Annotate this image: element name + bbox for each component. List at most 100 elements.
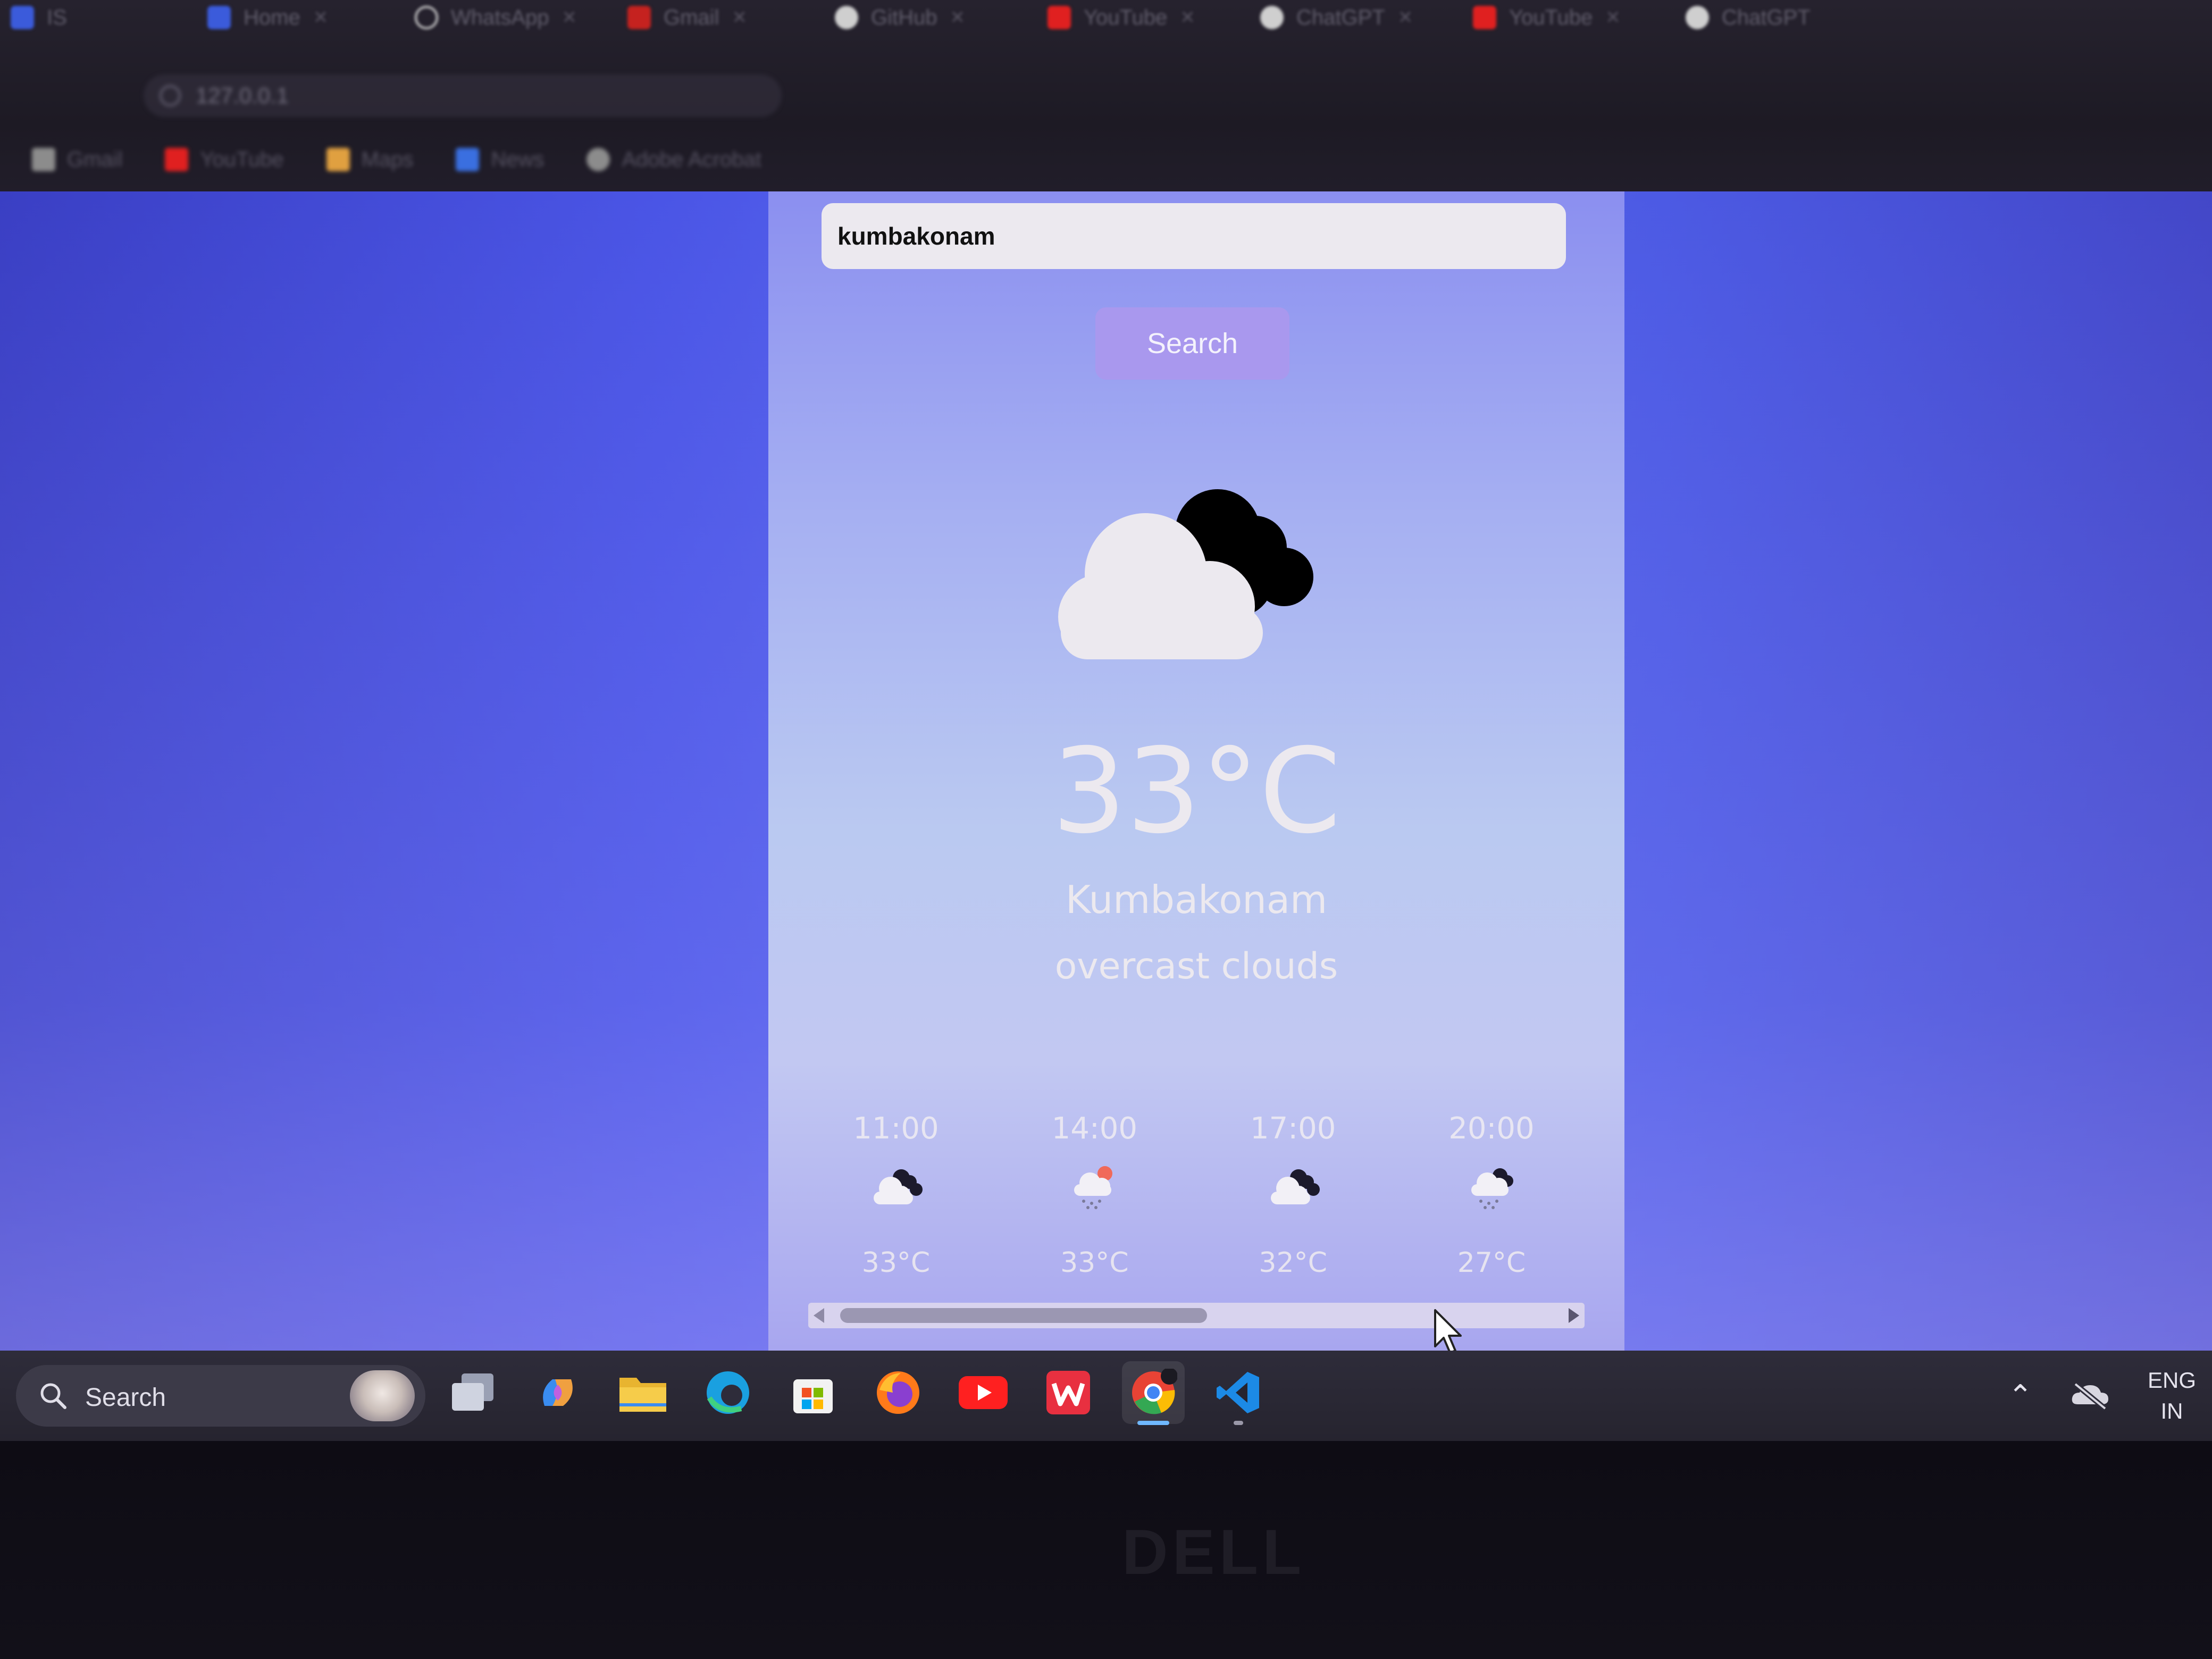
- forecast-temp: 33°C: [861, 1247, 931, 1279]
- overcast-clouds-icon: [874, 1169, 923, 1204]
- forecast-time: 20:00: [1448, 1111, 1535, 1146]
- youtube-glyph: [959, 1376, 1008, 1409]
- close-icon[interactable]: ✕: [732, 7, 747, 28]
- forecast-temp: 27°C: [1457, 1247, 1526, 1279]
- scroll-right-arrow-icon[interactable]: [1569, 1308, 1579, 1323]
- bookmark-item[interactable]: Gmail: [32, 148, 122, 172]
- youtube-icon[interactable]: [952, 1361, 1015, 1424]
- tab-label: Gmail: [664, 5, 719, 29]
- scrollbar-thumb[interactable]: [840, 1308, 1207, 1323]
- browser-tab[interactable]: GitHub ✕: [835, 0, 965, 35]
- forecast-temp: 32°C: [1259, 1247, 1327, 1279]
- forecast-item: 17:00 32°C: [1213, 1111, 1373, 1279]
- system-tray: ⌃ ENG IN: [2008, 1361, 2196, 1430]
- bookmark-item[interactable]: News: [456, 148, 544, 172]
- bookmark-item[interactable]: Maps: [326, 147, 414, 172]
- tab-label: GitHub: [871, 5, 937, 29]
- search-button[interactable]: Search: [1095, 307, 1289, 380]
- language-indicator[interactable]: ENG IN: [2148, 1365, 2196, 1427]
- running-app-indicator: [1234, 1421, 1243, 1425]
- copilot-glyph: [543, 1379, 573, 1406]
- chevron-up-icon[interactable]: ⌃: [2008, 1378, 2033, 1413]
- browser-tab[interactable]: ChatGPT ✕: [1260, 0, 1413, 35]
- browser-tab[interactable]: YouTube ✕: [1473, 0, 1621, 35]
- wps-icon[interactable]: [1037, 1361, 1100, 1424]
- chrome-glyph: [1132, 1369, 1177, 1414]
- search-highlight-image: [350, 1370, 415, 1421]
- edge-glyph: [707, 1371, 749, 1414]
- address-bar[interactable]: 127.0.0.1: [144, 74, 782, 117]
- github-icon: [835, 6, 858, 29]
- close-icon[interactable]: ✕: [1398, 7, 1413, 28]
- bookmark-label: Maps: [361, 147, 414, 171]
- rain-icon: [1471, 1168, 1513, 1209]
- city-name: Kumbakonam: [1065, 877, 1328, 922]
- browser-tab[interactable]: Gmail ✕: [627, 0, 747, 35]
- chatgpt-icon: [1260, 6, 1284, 29]
- scroll-left-arrow-icon[interactable]: [814, 1308, 824, 1323]
- bookmark-item[interactable]: Adobe Acrobat: [586, 148, 761, 172]
- close-icon[interactable]: ✕: [1605, 7, 1621, 28]
- light-rain-icon: [1074, 1166, 1113, 1209]
- address-text: 127.0.0.1: [196, 83, 289, 108]
- browser-chrome: IS Home ✕ WhatsApp ✕ Gmail ✕ GitHub ✕ Yo…: [0, 0, 2212, 207]
- photo-scene: IS Home ✕ WhatsApp ✕ Gmail ✕ GitHub ✕ Yo…: [0, 0, 2212, 1659]
- tab-favicon-icon: [207, 6, 231, 29]
- taskbar-search-label: Search: [85, 1384, 166, 1412]
- tab-label: Home: [244, 5, 300, 29]
- region-code: IN: [2160, 1398, 2183, 1423]
- weather-description: overcast clouds: [1054, 945, 1338, 987]
- overcast-clouds-icon: [1270, 1169, 1320, 1204]
- close-icon[interactable]: ✕: [1180, 7, 1195, 28]
- tab-label: ChatGPT: [1722, 5, 1811, 29]
- site-info-icon[interactable]: [160, 85, 181, 106]
- chatgpt-icon: [1686, 6, 1709, 29]
- gmail-icon: [627, 6, 651, 29]
- bookmark-label: News: [491, 147, 544, 171]
- bookmark-label: Adobe Acrobat: [622, 147, 761, 171]
- forecast-time: 11:00: [853, 1111, 939, 1146]
- overcast-clouds-icon: [1058, 489, 1313, 659]
- bookmark-item[interactable]: YouTube: [165, 147, 284, 172]
- browser-tab[interactable]: ChatGPT: [1686, 0, 1811, 35]
- chrome-icon[interactable]: [1122, 1361, 1185, 1425]
- close-icon[interactable]: ✕: [950, 7, 966, 28]
- taskbar-apps: [441, 1361, 1270, 1430]
- web-page: Search 33°C Kumbakonam overcast clouds: [0, 191, 2212, 1351]
- tab-label: ChatGPT: [1296, 5, 1385, 29]
- file-explorer-icon[interactable]: [611, 1361, 674, 1424]
- browser-tab[interactable]: WhatsApp ✕: [415, 0, 577, 35]
- close-icon[interactable]: ✕: [313, 7, 329, 28]
- tab-strip: IS Home ✕ WhatsApp ✕ Gmail ✕ GitHub ✕ Yo…: [0, 0, 2212, 43]
- taskbar-search[interactable]: Search: [16, 1365, 425, 1427]
- vscode-icon[interactable]: [1207, 1361, 1270, 1425]
- whatsapp-icon: [415, 6, 438, 29]
- weather-card: Search 33°C Kumbakonam overcast clouds: [768, 191, 1624, 1351]
- edge-icon[interactable]: [697, 1361, 759, 1424]
- tab-favicon-icon: [11, 6, 34, 29]
- bookmark-label: YouTube: [200, 147, 284, 171]
- folder-glyph: [619, 1378, 666, 1412]
- city-search-input[interactable]: [822, 203, 1566, 269]
- dell-logo: DELL: [1122, 1516, 1306, 1588]
- onedrive-offline-icon[interactable]: [2070, 1381, 2110, 1411]
- forecast-item: 14:00 33°C: [1015, 1111, 1174, 1279]
- copilot-icon[interactable]: [526, 1361, 589, 1424]
- task-view-glyph: [452, 1373, 493, 1411]
- forecast-item: 20:00 27°C: [1412, 1111, 1571, 1279]
- globe-icon: [586, 148, 610, 171]
- youtube-icon: [1048, 6, 1071, 29]
- wps-glyph: [1046, 1371, 1090, 1414]
- firefox-icon[interactable]: [867, 1361, 929, 1424]
- windows-taskbar: Search ⌃ ENG IN: [0, 1351, 2212, 1441]
- language-code: ENG: [2147, 1368, 2196, 1393]
- close-icon[interactable]: ✕: [562, 7, 577, 28]
- browser-tab[interactable]: IS: [11, 0, 67, 35]
- browser-tab[interactable]: YouTube ✕: [1048, 0, 1195, 35]
- store-icon[interactable]: [782, 1361, 844, 1424]
- task-view-icon[interactable]: [441, 1361, 504, 1424]
- browser-tab[interactable]: Home ✕: [207, 0, 328, 35]
- active-app-indicator: [1137, 1421, 1169, 1425]
- horizontal-scrollbar[interactable]: [808, 1303, 1585, 1328]
- youtube-icon: [1473, 6, 1496, 29]
